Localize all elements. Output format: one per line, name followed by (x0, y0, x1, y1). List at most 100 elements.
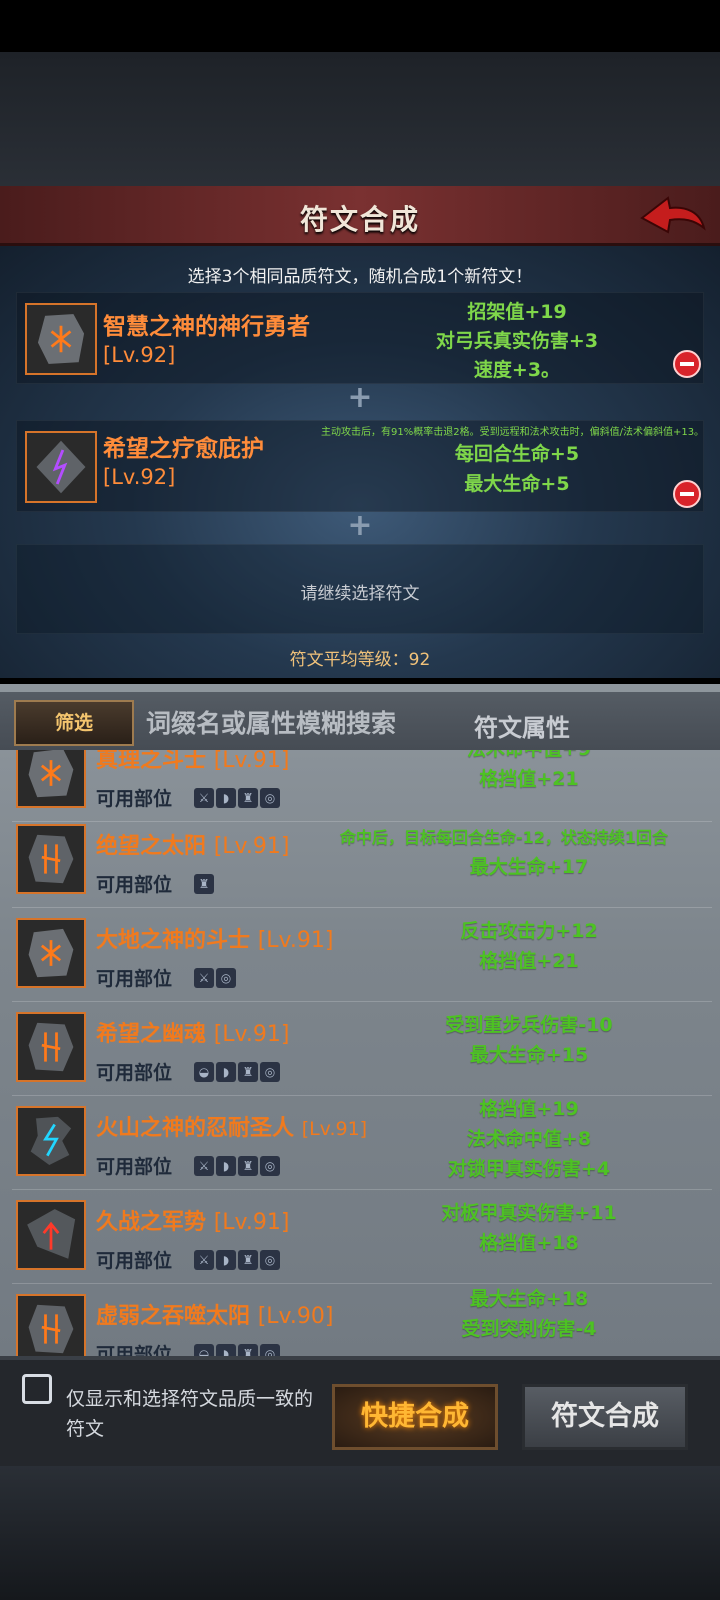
selected-rune-name: 希望之疗愈庇护 (103, 436, 264, 462)
rune-name: 绝望之太阳 [Lv.91] (96, 834, 290, 859)
weapon-part-icon: ⚔ (194, 968, 214, 988)
weapon-part-icon: ⚔ (194, 1156, 214, 1176)
weapon-part-icon: ⚔ (194, 788, 214, 808)
filter-button[interactable]: 筛选 (14, 700, 134, 746)
ring-part-icon: ◎ (260, 1250, 280, 1270)
page-title: 符文合成 (299, 203, 420, 236)
search-input[interactable] (146, 700, 446, 746)
attr-line: 格挡值+19 (479, 1098, 579, 1120)
attr-line: 格挡值+21 (479, 768, 579, 790)
weapon-part-icon: ⚔ (194, 1250, 214, 1270)
rune-name: 火山之神的忍耐圣人 [Lv.91] (96, 1116, 368, 1141)
attr-line: 反击攻击力+12 (460, 920, 598, 942)
selected-slot-2[interactable]: 希望之疗愈庇护 [Lv.92] 主动攻击后，有91%概率击退2格。受到远程和法术… (16, 420, 704, 512)
attr-line: 受到重步兵伤害-10 (445, 1014, 613, 1036)
rune-name: 真理之斗士 [Lv.91] (96, 750, 290, 773)
usable-parts-label: 可用部位 (96, 1156, 173, 1178)
rune-name: 大地之神的斗士 [Lv.91] (96, 928, 334, 953)
selected-rune-level: [Lv.92] (103, 343, 176, 367)
rune-stone-icon (16, 918, 86, 988)
attr-line: 命中后，目标每回合生命-12，状态持续1回合 (340, 828, 669, 847)
attr-line: 受到突刺伤害-4 (461, 1318, 597, 1340)
rune-stone-icon (16, 750, 86, 808)
remove-rune-button[interactable] (673, 480, 701, 508)
shield-part-icon: ◗ (216, 1250, 236, 1270)
shield-part-icon: ◗ (216, 788, 236, 808)
ring-part-icon: ◎ (260, 1156, 280, 1176)
rune-list-item[interactable]: 希望之幽魂 [Lv.91] 可用部位 ◒ ◗ ♜ ◎ 受到重步兵伤害-10 最大生命+… (12, 1002, 712, 1096)
selected-slot-1[interactable]: 智慧之神的神行勇者 [Lv.92] 招架值+19 对弓兵真实伤害+3 速度+3。 (16, 292, 704, 384)
rune-name: 希望之幽魂 [Lv.91] (96, 1022, 290, 1047)
usable-parts-label: 可用部位 (96, 788, 173, 810)
rune-list-item[interactable]: 大地之神的斗士 [Lv.91] 可用部位 ⚔ ◎ 反击攻击力+12 格挡值+21 (12, 908, 712, 1002)
armor-part-icon: ♜ (238, 1250, 258, 1270)
armor-part-icon: ♜ (238, 788, 258, 808)
same-quality-label[interactable]: 仅显示和选择符文品质一致的符文 (66, 1384, 316, 1444)
attr-line: 法术命中值+9 (346, 750, 712, 761)
attr-line: 法术命中值+8 (466, 1128, 592, 1150)
usable-parts: ⚔ ◗ ♜ ◎ (194, 1250, 280, 1270)
usable-parts: ⚔ ◎ (194, 968, 236, 988)
selected-rune-level: [Lv.92] (103, 465, 176, 489)
back-arrow-icon[interactable] (638, 192, 706, 236)
rune-stone-icon (25, 431, 97, 503)
attr-line: 速度+3。 (473, 359, 561, 381)
usable-parts-label: 可用部位 (96, 968, 173, 990)
rune-stone-icon (25, 303, 97, 375)
top-background (0, 52, 720, 186)
attr-line: 最大生命+18 (469, 1288, 589, 1310)
rune-stone-icon (16, 1294, 86, 1358)
attr-line: 格挡值+18 (479, 1232, 579, 1254)
ring-part-icon: ◎ (260, 788, 280, 808)
armor-part-icon: ♜ (238, 1156, 258, 1176)
rune-name: 久战之军势 [Lv.91] (96, 1210, 290, 1235)
attr-line: 每回合生命+5 (454, 443, 580, 465)
rune-stone-icon (16, 1012, 86, 1082)
attr-line: 最大生命+17 (469, 856, 589, 878)
attr-line: 最大生命+15 (469, 1044, 589, 1066)
ring-part-icon: ◎ (216, 968, 236, 988)
bottom-background (0, 1466, 720, 1600)
same-quality-checkbox[interactable] (22, 1374, 52, 1404)
usable-parts-label: 可用部位 (96, 1250, 173, 1272)
usable-parts: ⚔ ◗ ♜ ◎ (194, 1156, 280, 1176)
attr-line: 对弓兵真实伤害+3 (435, 330, 599, 352)
rune-list-item[interactable]: 绝望之太阳 [Lv.91] 可用部位 ♜ 命中后，目标每回合生命-12，状态持续… (12, 814, 712, 908)
plus-icon: + (347, 508, 373, 543)
quick-synthesize-button[interactable]: 快捷合成 (332, 1384, 498, 1450)
armor-part-icon: ♜ (194, 874, 214, 894)
selected-rune-name: 智慧之神的神行勇者 (103, 314, 310, 340)
synthesize-button[interactable]: 符文合成 (522, 1384, 688, 1450)
title-bar: 符文合成 (0, 186, 720, 246)
rune-stone-icon (16, 824, 86, 894)
shield-part-icon: ◗ (216, 1062, 236, 1082)
rune-list[interactable]: 真理之斗士 [Lv.91] 可用部位 ⚔◗♜◎ 法术命中值+9 格挡值+21 绝… (0, 750, 720, 1358)
attr-column-header[interactable]: 符文属性 (474, 708, 570, 743)
rune-stone-icon (16, 1200, 86, 1270)
rune-list-item[interactable]: 久战之军势 [Lv.91] 可用部位 ⚔ ◗ ♜ ◎ 对板甲真实伤害+11 格挡值+1… (12, 1190, 712, 1284)
usable-parts-label: 可用部位 (96, 874, 173, 896)
rune-list-item[interactable]: 火山之神的忍耐圣人 [Lv.91] 可用部位 ⚔ ◗ ♜ ◎ 格挡值+19 法术命中值… (12, 1096, 712, 1190)
average-level: 符文平均等级：92 (289, 650, 431, 670)
usable-parts: ◒ ◗ ♜ ◎ (194, 1062, 280, 1082)
empty-slot-text: 请继续选择符文 (300, 584, 420, 604)
remove-rune-button[interactable] (673, 350, 701, 378)
rune-list-item[interactable]: 真理之斗士 [Lv.91] 可用部位 ⚔◗♜◎ 法术命中值+9 格挡值+21 (12, 750, 712, 822)
usable-parts-label: 可用部位 (96, 1062, 173, 1084)
usable-parts: ♜ (194, 874, 214, 894)
rune-list-item[interactable]: 虚弱之吞噬太阳 [Lv.90] 可用部位 ◒ ◗ ♜ ◎ 最大生命+18 受到突刺伤害… (12, 1284, 712, 1358)
attr-line: 对板甲真实伤害+11 (441, 1202, 617, 1224)
attr-line: 招架值+19 (467, 301, 567, 323)
ring-part-icon: ◎ (260, 1062, 280, 1082)
empty-rune-slot[interactable]: 请继续选择符文 (16, 544, 704, 634)
selection-hint: 选择3个相同品质符文，随机合成1个新符文！ (187, 267, 533, 287)
rune-effect-note: 主动攻击后，有91%概率击退2格。受到远程和法术攻击时，偏斜值/法术偏斜值+13… (321, 427, 705, 438)
attr-line: 最大生命+5 (464, 473, 570, 495)
attr-line: 格挡值+21 (479, 950, 579, 972)
armor-part-icon: ♜ (238, 1062, 258, 1082)
helmet-part-icon: ◒ (194, 1062, 214, 1082)
shield-part-icon: ◗ (216, 1156, 236, 1176)
usable-parts: ⚔ ◗ ♜ ◎ (194, 788, 280, 808)
rune-stone-icon (16, 1106, 86, 1176)
plus-icon: + (347, 380, 373, 415)
